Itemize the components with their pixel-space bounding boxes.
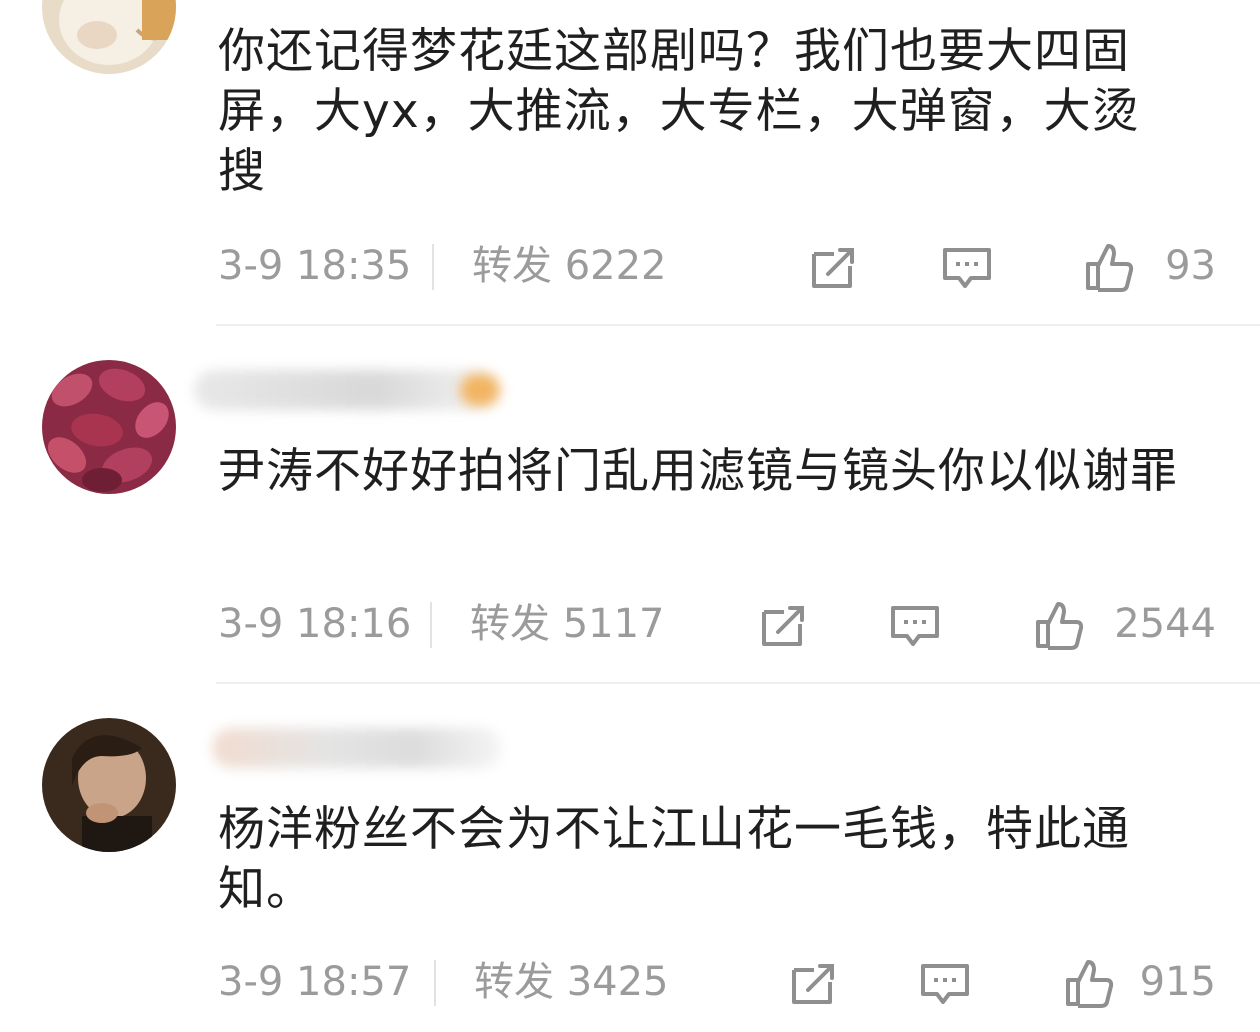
- comment-text: 尹涛不好好拍将门乱用滤镜与镜头你以似谢罪: [218, 444, 1178, 499]
- thumbs-up-icon[interactable]: [1032, 598, 1086, 652]
- thumbs-up-icon[interactable]: [1062, 956, 1116, 1010]
- username-blurred[interactable]: [194, 370, 494, 410]
- share-icon[interactable]: [756, 598, 810, 652]
- avatar-red-leaves-image: [42, 360, 176, 494]
- repost-count[interactable]: 转发 3425: [474, 954, 669, 1010]
- comment-icon[interactable]: [918, 956, 972, 1010]
- divider: [434, 960, 436, 1006]
- avatar[interactable]: [42, 0, 176, 74]
- divider: [432, 244, 434, 290]
- comment-item: 尹涛不好好拍将门乱用滤镜与镜头你以似谢罪 3-9 18:16 转发 5117 2…: [0, 326, 1260, 684]
- comment-time: 3-9 18:57: [218, 959, 412, 1005]
- avatar-dog-image: [42, 0, 176, 74]
- comment-time: 3-9 18:35: [218, 243, 412, 289]
- comment-time: 3-9 18:16: [218, 601, 412, 647]
- repost-count[interactable]: 转发 6222: [472, 238, 667, 294]
- like-count: 93: [1165, 243, 1216, 289]
- share-icon[interactable]: [786, 956, 840, 1010]
- comment-meta: 3-9 18:35 转发 6222 93: [0, 238, 1260, 298]
- divider: [430, 602, 432, 648]
- comment-icon[interactable]: [888, 598, 942, 652]
- comment-meta: 3-9 18:57 转发 3425 915: [0, 954, 1260, 1014]
- share-icon[interactable]: [806, 240, 860, 294]
- avatar[interactable]: [42, 360, 176, 494]
- comment-item: 你还记得梦花廷这部剧吗？我们也要大四固屏，大yx，大推流，大专栏，大弹窗，大烫搜…: [0, 0, 1260, 326]
- like-count: 915: [1139, 959, 1216, 1005]
- comment-item: 杨洋粉丝不会为不让江山花一毛钱，特此通知。 3-9 18:57 转发 3425 …: [0, 684, 1260, 1032]
- comment-meta: 3-9 18:16 转发 5117 2544: [0, 596, 1260, 656]
- avatar-portrait-image: [42, 718, 176, 852]
- comment-text: 你还记得梦花廷这部剧吗？我们也要大四固屏，大yx，大推流，大专栏，大弹窗，大烫搜: [218, 24, 1140, 199]
- like-count: 2544: [1114, 601, 1216, 647]
- username-blurred[interactable]: [212, 728, 502, 768]
- emoji-blurred: [460, 374, 500, 406]
- repost-count[interactable]: 转发 5117: [470, 596, 665, 652]
- thumbs-up-icon[interactable]: [1082, 240, 1136, 294]
- avatar[interactable]: [42, 718, 176, 852]
- comment-text: 杨洋粉丝不会为不让江山花一毛钱，特此通知。: [218, 802, 1130, 917]
- comment-icon[interactable]: [940, 240, 994, 294]
